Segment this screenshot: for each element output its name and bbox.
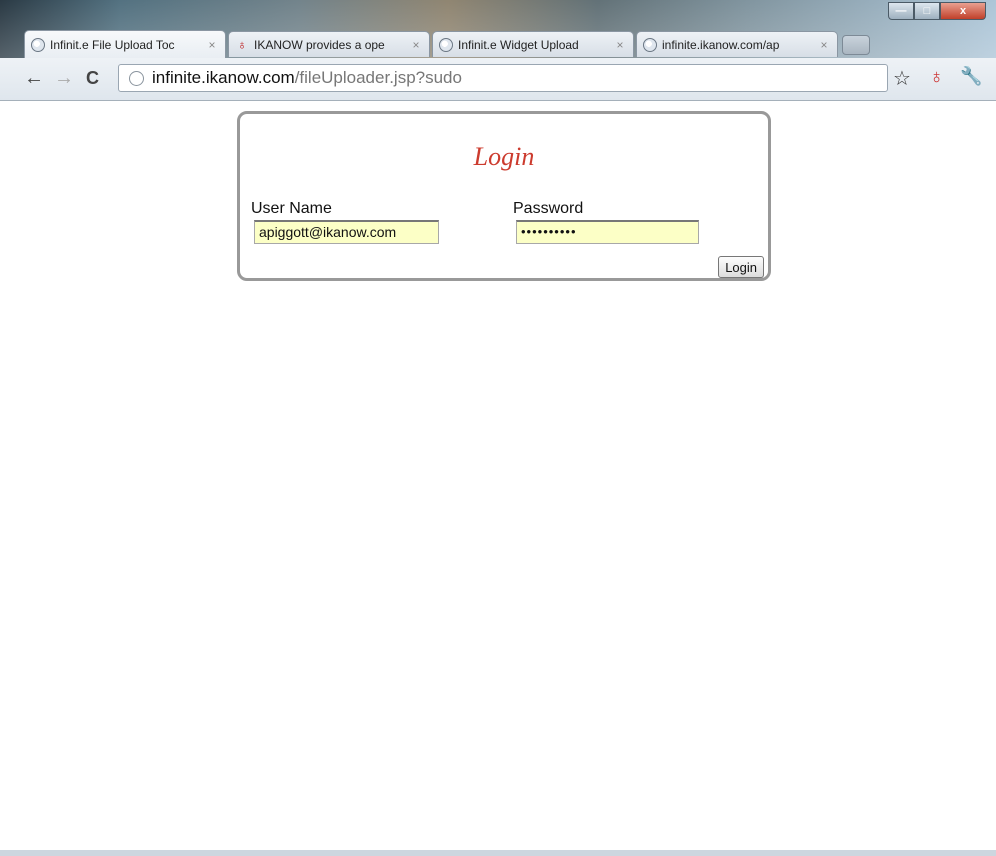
password-input[interactable]: •••••••••• (516, 220, 699, 244)
forward-arrow-icon[interactable]: → (54, 67, 74, 89)
login-panel: Login User Name apiggott@ikanow.com Pass… (237, 111, 771, 281)
tab-close-icon[interactable]: × (817, 38, 831, 52)
address-bar[interactable]: infinite.ikanow.com/fileUploader.jsp?sud… (118, 64, 888, 92)
window-bottom-border (0, 850, 996, 856)
back-arrow-icon[interactable]: ← (24, 67, 44, 89)
browser-toolbar: ← → C infinite.ikanow.com/fileUploader.j… (0, 58, 996, 101)
login-button[interactable]: Login (718, 256, 764, 278)
login-title: Login (473, 142, 535, 171)
url-path: /fileUploader.jsp?sudo (294, 68, 462, 87)
reload-icon[interactable]: C (86, 67, 99, 89)
password-label: Password (513, 200, 584, 217)
tab-label: infinite.ikanow.com/ap (662, 37, 780, 52)
tab-label: Infinit.e File Upload Toc (50, 37, 175, 52)
globe-icon (129, 70, 144, 86)
globe-icon (31, 37, 45, 52)
minimize-button[interactable]: — (888, 2, 914, 20)
bookmark-star-icon[interactable]: ☆ (893, 66, 911, 91)
globe-icon (643, 37, 657, 52)
tab-label: IKANOW provides a ope (254, 37, 385, 52)
page-content: Login User Name apiggott@ikanow.com Pass… (0, 101, 996, 856)
extension-icon[interactable]: ♁ (929, 66, 944, 89)
username-label: User Name (251, 200, 332, 217)
username-input[interactable]: apiggott@ikanow.com (254, 220, 439, 244)
tab-file-upload[interactable]: Infinit.e File Upload Toc × (24, 30, 226, 58)
globe-icon (439, 37, 453, 52)
tab-ikanow[interactable]: ♁ IKANOW provides a ope × (228, 31, 430, 57)
close-window-button[interactable]: x (940, 2, 986, 20)
tab-close-icon[interactable]: × (613, 38, 627, 52)
url-host: infinite.ikanow.com (152, 68, 295, 87)
tab-close-icon[interactable]: × (409, 38, 423, 52)
tab-widget-upload[interactable]: Infinit.e Widget Upload × (432, 31, 634, 57)
tab-close-icon[interactable]: × (205, 38, 219, 52)
tab-api[interactable]: infinite.ikanow.com/ap × (636, 31, 838, 57)
window-controls: — □ x (888, 2, 986, 20)
maximize-button[interactable]: □ (914, 2, 940, 20)
tab-label: Infinit.e Widget Upload (458, 37, 579, 52)
browser-window: — □ x Infinit.e File Upload Toc × ♁ IKAN… (0, 0, 996, 856)
new-tab-button[interactable] (842, 35, 870, 55)
ikanow-bulb-icon: ♁ (237, 36, 247, 52)
wrench-icon[interactable]: 🔧 (960, 66, 982, 87)
